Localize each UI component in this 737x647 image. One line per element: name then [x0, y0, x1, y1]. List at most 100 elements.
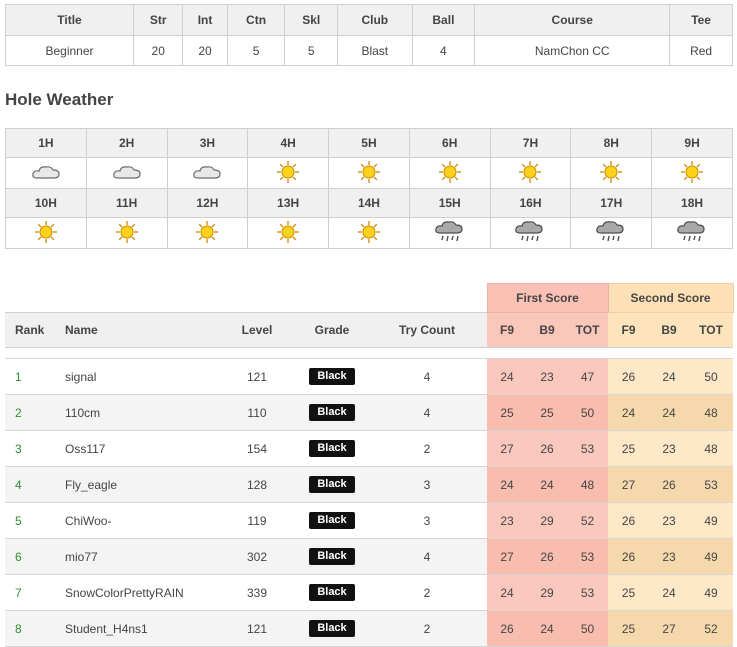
second-tot-cell: 48	[689, 430, 734, 467]
player-name[interactable]: Oss117	[55, 430, 217, 467]
rank-cell: 5	[5, 502, 55, 539]
course-value-club: Blast	[337, 35, 413, 66]
first-f9-cell: 25	[487, 394, 527, 431]
course-header-course: Course	[474, 4, 671, 36]
second-tot-cell: 49	[689, 538, 734, 575]
course-value-int: 20	[182, 35, 228, 66]
first-f9-cell: 26	[487, 610, 527, 647]
hole-label: 1H	[5, 128, 87, 158]
course-value-title: Beginner	[4, 35, 135, 66]
level-cell: 339	[217, 574, 297, 611]
second-tot-cell: 48	[689, 394, 734, 431]
grade-badge: Black	[309, 368, 355, 385]
sun-icon	[518, 160, 542, 187]
player-name[interactable]: Student_H4ns1	[55, 610, 217, 647]
second-b9-cell: 23	[649, 538, 690, 575]
level-cell: 121	[217, 610, 297, 647]
second-score-header: Second Score	[607, 283, 734, 313]
try-count-cell: 2	[367, 574, 487, 611]
sun-icon	[115, 220, 139, 247]
course-value-ctn: 5	[226, 35, 286, 66]
ranking-row[interactable]: 4 Fly_eagle 128 Black 3 24 24 48 27 26 53	[5, 466, 734, 503]
ranking-row[interactable]: 5 ChiWoo- 119 Black 3 23 29 52 26 23 49	[5, 502, 734, 539]
player-name[interactable]: SnowColorPrettyRAIN	[55, 574, 217, 611]
second-f9-cell: 25	[608, 574, 650, 611]
ranking-table: First Score Second Score Rank Name Level…	[5, 283, 734, 647]
second-b9-cell: 26	[649, 466, 690, 503]
first-f9-cell: 24	[487, 358, 527, 395]
player-name[interactable]: Fly_eagle	[55, 466, 217, 503]
first-tot-cell: 50	[567, 394, 609, 431]
second-tot-cell: 49	[689, 502, 734, 539]
ranking-row[interactable]: 6 mio77 302 Black 4 27 26 53 26 23 49	[5, 538, 734, 575]
level-cell: 154	[217, 430, 297, 467]
second-tot-cell: 50	[689, 358, 734, 395]
level-cell: 121	[217, 358, 297, 395]
sun-icon	[276, 160, 300, 187]
hole-label: 5H	[328, 128, 410, 158]
try-count-cell: 3	[367, 466, 487, 503]
rank-cell: 6	[5, 538, 55, 575]
first-tot-cell: 50	[567, 610, 609, 647]
ranking-row[interactable]: 2 110cm 110 Black 4 25 25 50 24 24 48	[5, 394, 734, 431]
try-count-cell: 3	[367, 502, 487, 539]
second-b9-cell: 24	[649, 574, 690, 611]
course-header-club: Club	[337, 4, 413, 36]
player-name[interactable]: ChiWoo-	[55, 502, 217, 539]
hole-label: 13H	[247, 188, 330, 218]
course-value-tee: Red	[669, 35, 733, 66]
col-second-tot[interactable]: TOT	[689, 312, 734, 348]
col-first-f9[interactable]: F9	[487, 312, 527, 348]
hole-label: 2H	[85, 128, 168, 158]
hole-label: 7H	[489, 128, 572, 158]
col-grade[interactable]: Grade	[297, 312, 367, 348]
try-count-cell: 4	[367, 538, 487, 575]
rank-cell: 3	[5, 430, 55, 467]
hole-label: 4H	[247, 128, 330, 158]
col-second-f9[interactable]: F9	[608, 312, 650, 348]
player-name[interactable]: signal	[55, 358, 217, 395]
second-f9-cell: 26	[608, 358, 650, 395]
first-f9-cell: 27	[487, 430, 527, 467]
ranking-row[interactable]: 1 signal 121 Black 4 24 23 47 26 24 50	[5, 358, 734, 395]
try-count-cell: 4	[367, 394, 487, 431]
col-first-tot[interactable]: TOT	[567, 312, 609, 348]
first-b9-cell: 25	[527, 394, 567, 431]
first-f9-cell: 23	[487, 502, 527, 539]
sun-icon	[34, 220, 58, 247]
grade-badge: Black	[309, 440, 355, 457]
col-rank[interactable]: Rank	[5, 312, 55, 348]
sun-icon	[357, 220, 381, 247]
rank-cell: 7	[5, 574, 55, 611]
sun-icon	[195, 220, 219, 247]
ranking-row[interactable]: 8 Student_H4ns1 121 Black 2 26 24 50 25 27 52	[5, 610, 734, 647]
ranking-row[interactable]: 3 Oss117 154 Black 2 27 26 53 25 23 48	[5, 430, 734, 467]
first-tot-cell: 47	[567, 358, 609, 395]
level-cell: 110	[217, 394, 297, 431]
try-count-cell: 2	[367, 430, 487, 467]
col-level[interactable]: Level	[217, 312, 297, 348]
col-first-b9[interactable]: B9	[527, 312, 567, 348]
weather-icon-row	[5, 157, 733, 189]
col-second-b9[interactable]: B9	[649, 312, 690, 348]
second-b9-cell: 27	[649, 610, 690, 647]
rank-cell: 8	[5, 610, 55, 647]
second-f9-cell: 25	[608, 430, 650, 467]
sun-icon	[276, 220, 300, 247]
grade-badge: Black	[309, 476, 355, 493]
player-name[interactable]: 110cm	[55, 394, 217, 431]
cloud-icon	[192, 165, 222, 185]
rain-icon	[595, 220, 627, 248]
first-score-header: First Score	[486, 283, 609, 313]
second-b9-cell: 23	[649, 502, 690, 539]
hole-label: 9H	[651, 128, 733, 158]
course-header-int: Int	[182, 4, 228, 36]
ranking-row[interactable]: 7 SnowColorPrettyRAIN 339 Black 2 24 29 53 25 24 4…	[5, 574, 734, 611]
second-f9-cell: 26	[608, 502, 650, 539]
player-name[interactable]: mio77	[55, 538, 217, 575]
weather-hole-row: 1H 2H 3H 4H 5H 6H 7H 8H 9H	[5, 128, 733, 158]
grade-badge: Black	[309, 620, 355, 637]
col-name[interactable]: Name	[55, 312, 217, 348]
col-try-count[interactable]: Try Count	[367, 312, 487, 348]
hole-label: 12H	[166, 188, 249, 218]
